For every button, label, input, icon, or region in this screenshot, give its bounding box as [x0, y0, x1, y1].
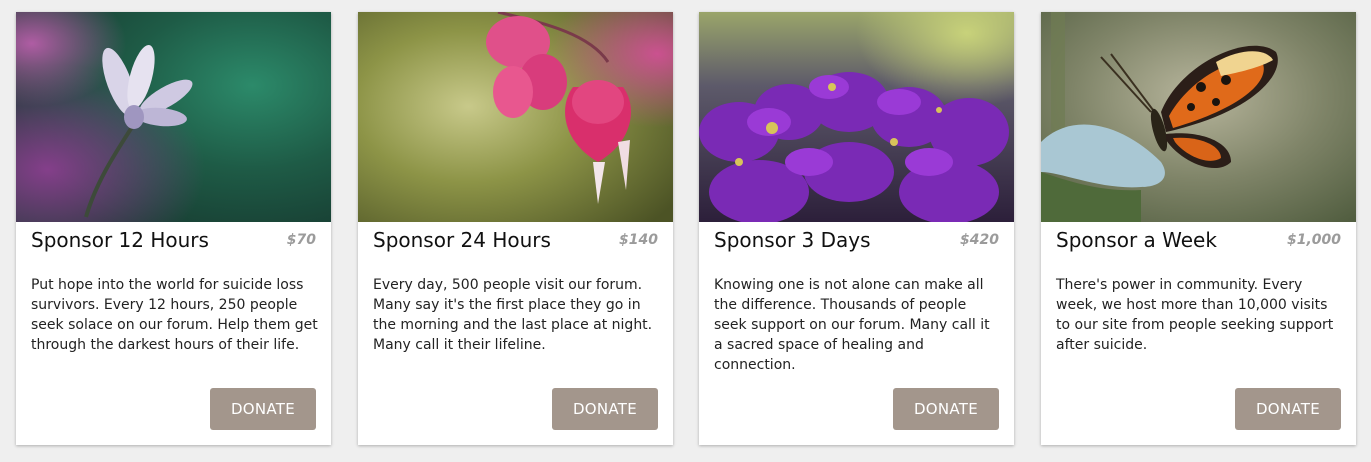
donate-button[interactable]: DONATE: [893, 388, 999, 430]
card-description: Put hope into the world for suicide loss…: [31, 277, 318, 353]
bleeding-heart-flower-photo: [358, 12, 673, 222]
sponsor-card-3-days: Sponsor 3 Days $420 Knowing one is not a…: [699, 12, 1014, 445]
card-title: Sponsor a Week: [1056, 228, 1217, 252]
purple-daisies-photo: [699, 12, 1014, 222]
card-title: Sponsor 24 Hours: [373, 228, 551, 252]
card-description: Every day, 500 people visit our forum. M…: [373, 277, 653, 353]
card-price: $140: [619, 232, 658, 248]
sponsor-card-12-hours: Sponsor 12 Hours $70 Put hope into the w…: [16, 12, 331, 445]
donate-button[interactable]: DONATE: [1235, 388, 1341, 430]
donate-button[interactable]: DONATE: [552, 388, 658, 430]
card-title: Sponsor 3 Days: [714, 228, 871, 252]
card-description: There's power in community. Every week, …: [1056, 277, 1334, 353]
card-price: $420: [960, 232, 999, 248]
card-price: $70: [286, 232, 316, 248]
card-price: $1,000: [1286, 232, 1341, 248]
card-title: Sponsor 12 Hours: [31, 228, 209, 252]
sponsor-card-a-week: Sponsor a Week $1,000 There's power in c…: [1041, 12, 1356, 445]
sponsor-card-24-hours: Sponsor 24 Hours $140 Every day, 500 peo…: [358, 12, 673, 445]
white-cosmos-flower-photo: [16, 12, 331, 222]
card-description: Knowing one is not alone can make all th…: [714, 277, 990, 373]
orange-butterfly-photo: [1041, 12, 1356, 222]
donate-button[interactable]: DONATE: [210, 388, 316, 430]
